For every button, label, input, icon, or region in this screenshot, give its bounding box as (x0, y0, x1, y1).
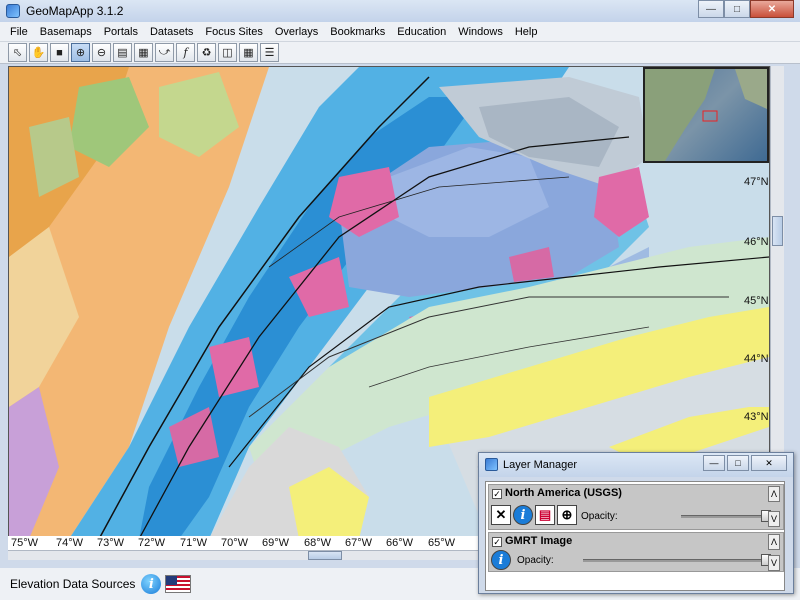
fx-icon[interactable]: f (176, 43, 195, 62)
toolbar: ⬁ ✋ ■ ⊕ ⊖ ▤ ▦ ⤻ f ♻ ◫ ▦ ☰ (0, 42, 800, 64)
zoom-out-icon[interactable]: ⊖ (92, 43, 111, 62)
legend-icon[interactable]: ▤ (535, 505, 555, 525)
layer-name: GMRT Image (505, 535, 573, 547)
elevation-sources-label: Elevation Data Sources (10, 577, 136, 591)
title-bar: GeoMapApp 3.1.2 — □ ✕ (0, 0, 800, 22)
window-title: GeoMapApp 3.1.2 (26, 4, 124, 18)
layer-manager-titlebar[interactable]: Layer Manager — □ ✕ (479, 453, 793, 477)
opacity-slider[interactable] (583, 559, 769, 562)
layer-name: North America (USGS) (505, 487, 622, 499)
move-up-button[interactable]: Λ (768, 534, 780, 550)
menu-overlays[interactable]: Overlays (269, 26, 324, 38)
app-window: GeoMapApp 3.1.2 — □ ✕ File Basemaps Port… (0, 0, 800, 600)
menu-datasets[interactable]: Datasets (144, 26, 199, 38)
overview-inset-map[interactable] (643, 67, 769, 163)
lm-maximize-button[interactable]: □ (727, 455, 749, 471)
menu-file[interactable]: File (4, 26, 34, 38)
maximize-button[interactable]: □ (724, 0, 750, 18)
horizontal-scroll-thumb[interactable] (308, 551, 342, 560)
layer-info-icon[interactable]: i (513, 505, 533, 525)
layer-row: ✓ GMRT Image Λ i Opacity: V (488, 532, 784, 572)
layer-manager-title: Layer Manager (503, 459, 577, 471)
lat-label-44: 44°N (744, 353, 769, 365)
remove-layer-icon[interactable]: ✕ (491, 505, 511, 525)
grid-measure-icon[interactable]: ▦ (134, 43, 153, 62)
lon-label: 72°W (138, 537, 166, 549)
us-flag-icon[interactable] (165, 575, 192, 593)
menu-focus-sites[interactable]: Focus Sites (199, 26, 268, 38)
layer-list: ✓ North America (USGS) Λ ✕ i ▤ ⊕ Opacity… (485, 481, 785, 591)
lon-label: 74°W (56, 537, 84, 549)
layer-manager-window: Layer Manager — □ ✕ ✓ North America (USG… (478, 452, 794, 594)
move-down-button[interactable]: V (768, 555, 780, 571)
profile-icon[interactable]: ▤ (113, 43, 132, 62)
layer-row: ✓ North America (USGS) Λ ✕ i ▤ ⊕ Opacity… (488, 484, 784, 530)
list-icon[interactable]: ☰ (260, 43, 279, 62)
lasso-icon[interactable]: ⤻ (155, 43, 174, 62)
opacity-slider[interactable] (681, 515, 769, 518)
lon-label: 75°W (11, 537, 39, 549)
lon-label: 66°W (386, 537, 414, 549)
opacity-label: Opacity: (517, 555, 554, 566)
menu-bar: File Basemaps Portals Datasets Focus Sit… (0, 22, 800, 42)
menu-help[interactable]: Help (509, 26, 544, 38)
lat-label-45: 45°N (744, 295, 769, 307)
frame-icon[interactable]: ◫ (218, 43, 237, 62)
minimize-button[interactable]: — (698, 0, 724, 18)
save-icon[interactable]: ■ (50, 43, 69, 62)
move-up-button[interactable]: Λ (768, 486, 780, 502)
lon-label: 69°W (262, 537, 290, 549)
select-arrow-icon[interactable]: ⬁ (8, 43, 27, 62)
lon-label: 73°W (97, 537, 125, 549)
move-down-button[interactable]: V (768, 511, 780, 527)
zoom-in-icon[interactable]: ⊕ (71, 43, 90, 62)
app-icon (485, 458, 498, 471)
menu-bookmarks[interactable]: Bookmarks (324, 26, 391, 38)
pan-hand-icon[interactable]: ✋ (29, 43, 48, 62)
lm-close-button[interactable]: ✕ (751, 455, 787, 471)
lon-label: 70°W (221, 537, 249, 549)
layer-info-icon[interactable]: i (491, 550, 511, 570)
menu-windows[interactable]: Windows (452, 26, 509, 38)
graticule-icon[interactable]: ▦ (239, 43, 258, 62)
app-icon (6, 4, 20, 18)
menu-education[interactable]: Education (391, 26, 452, 38)
close-button[interactable]: ✕ (750, 0, 794, 18)
lon-label: 71°W (180, 537, 208, 549)
lon-label: 65°W (428, 537, 456, 549)
info-icon[interactable]: i (141, 574, 162, 594)
lm-minimize-button[interactable]: — (703, 455, 725, 471)
menu-basemaps[interactable]: Basemaps (34, 26, 98, 38)
menu-portals[interactable]: Portals (98, 26, 144, 38)
lon-label: 67°W (345, 537, 373, 549)
scale-icon[interactable]: ♻ (197, 43, 216, 62)
zoom-to-layer-icon[interactable]: ⊕ (557, 505, 577, 525)
layer-visibility-checkbox[interactable]: ✓ (492, 489, 502, 499)
lat-label-43: 43°N (744, 411, 769, 423)
lat-label-47: 47°N (744, 176, 769, 188)
vertical-scroll-thumb[interactable] (772, 216, 783, 246)
lon-label: 68°W (304, 537, 332, 549)
lat-label-46: 46°N (744, 236, 769, 248)
layer-visibility-checkbox[interactable]: ✓ (492, 537, 502, 547)
opacity-label: Opacity: (581, 511, 618, 522)
